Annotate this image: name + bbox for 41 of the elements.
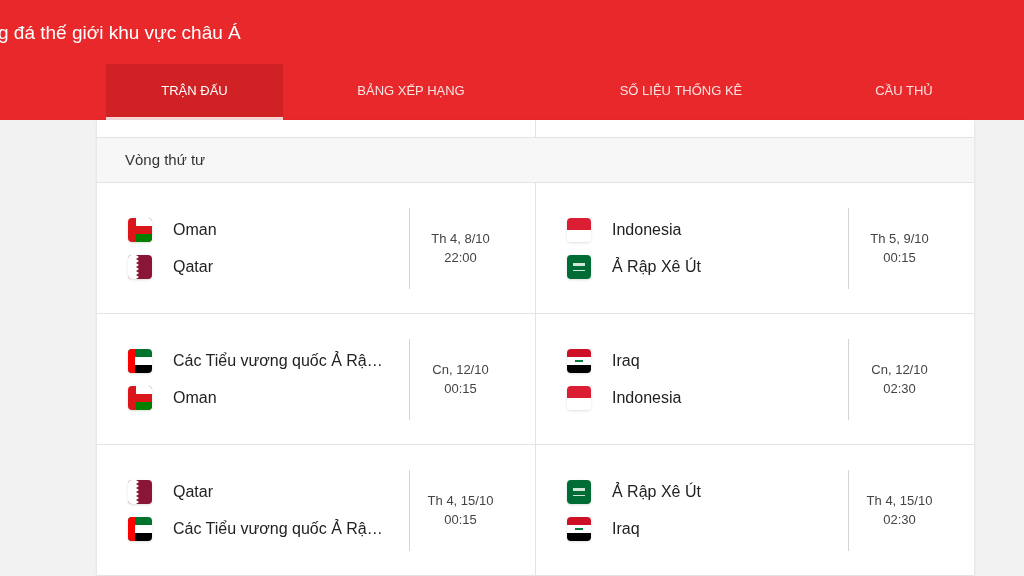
team-name: Các Tiểu vương quốc Ả Rậ…: [173, 518, 383, 539]
team-name: Indonesia: [612, 387, 682, 408]
match-time: 00:15: [883, 249, 916, 267]
team-name: Qatar: [173, 256, 213, 277]
team-name: Iraq: [612, 350, 640, 371]
qatar-flag-icon: [128, 479, 152, 504]
match-date: Th 5, 9/10: [870, 230, 929, 248]
match-time: 00:15: [444, 380, 477, 398]
match-date: Th 4, 8/10: [431, 230, 490, 248]
match-time: 22:00: [444, 249, 477, 267]
round-title: Vòng thứ tư: [125, 149, 206, 170]
team-name: Oman: [173, 219, 217, 240]
saudi-flag-icon: [567, 479, 591, 504]
team-name: Indonesia: [612, 219, 682, 240]
match-time: 00:15: [444, 511, 477, 529]
team-name: Oman: [173, 387, 217, 408]
team-name: Ả Rập Xê Út: [612, 256, 701, 277]
saudi-flag-icon: [567, 254, 591, 279]
match-date: Th 4, 15/10: [866, 492, 933, 510]
tab[interactable]: SỐ LIỆU THỐNG KÊ: [539, 64, 823, 120]
oman-flag-icon: [128, 217, 152, 242]
match-date: Th 4, 15/10: [427, 492, 494, 510]
qatar-flag-icon: [128, 254, 152, 279]
team-name: Iraq: [612, 518, 640, 539]
oman-flag-icon: [128, 385, 152, 410]
iraq-flag-icon: [567, 348, 591, 373]
uae-flag-icon: [128, 516, 152, 541]
tab[interactable]: TRẬN ĐẤU: [106, 64, 283, 120]
match-date: Cn, 12/10: [432, 361, 489, 379]
uae-flag-icon: [128, 348, 152, 373]
team-name: Các Tiểu vương quốc Ả Rậ…: [173, 350, 383, 371]
match-time: 02:30: [883, 511, 916, 529]
match-date: Cn, 12/10: [871, 361, 928, 379]
indonesia-flag-icon: [567, 385, 591, 410]
team-name: Ả Rập Xê Út: [612, 481, 701, 502]
tab[interactable]: BẢNG XẾP HẠNG: [283, 64, 539, 120]
tab[interactable]: CẦU THỦ: [823, 64, 985, 120]
iraq-flag-icon: [567, 516, 591, 541]
indonesia-flag-icon: [567, 217, 591, 242]
team-name: Qatar: [173, 481, 213, 502]
match-time: 02:30: [883, 380, 916, 398]
